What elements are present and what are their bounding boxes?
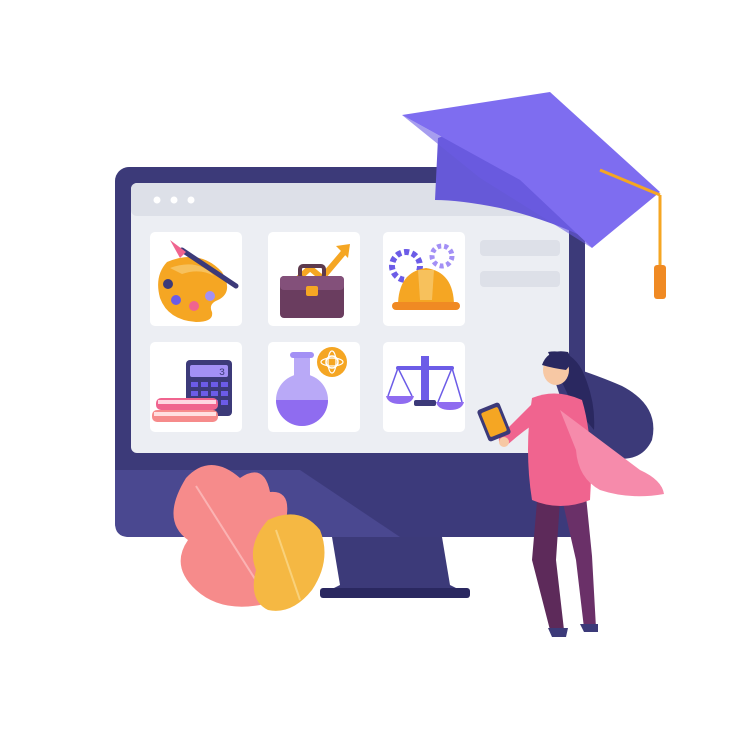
course-tile-law[interactable] xyxy=(383,342,465,432)
course-tile-engineering[interactable] xyxy=(383,232,465,326)
window-dot[interactable] xyxy=(153,196,161,204)
illustration-scene: 3 xyxy=(115,92,666,637)
sidebar-line xyxy=(480,240,560,256)
calculator-display: 3 xyxy=(219,368,225,379)
course-tile-art[interactable] xyxy=(150,232,242,326)
course-tile-business[interactable] xyxy=(268,232,360,326)
window-dot[interactable] xyxy=(170,196,178,204)
sidebar-line xyxy=(480,271,560,287)
course-tile-mathematics[interactable]: 3 xyxy=(150,342,242,432)
window-dot[interactable] xyxy=(187,196,195,204)
course-tile-chemistry[interactable] xyxy=(268,342,360,432)
